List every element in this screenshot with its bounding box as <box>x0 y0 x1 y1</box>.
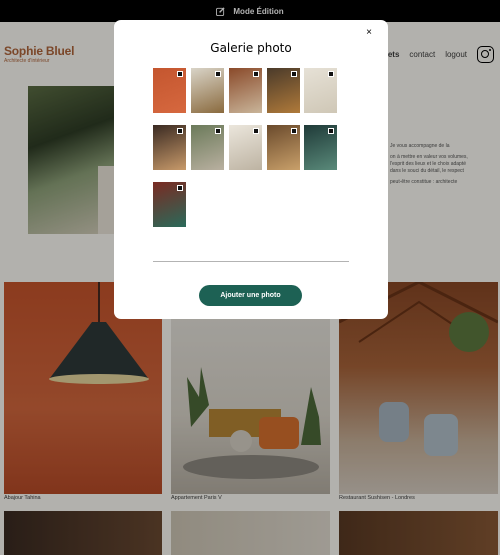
trash-icon[interactable] <box>291 71 297 77</box>
gallery-modal: × Galerie photo Ajouter une photo <box>114 20 388 319</box>
trash-icon[interactable] <box>253 71 259 77</box>
gallery-thumbnail[interactable] <box>267 68 300 113</box>
close-icon[interactable]: × <box>366 27 372 38</box>
gallery-thumbnail[interactable] <box>229 68 262 113</box>
add-photo-button[interactable]: Ajouter une photo <box>199 285 302 306</box>
gallery-thumbnail[interactable] <box>153 125 186 170</box>
trash-icon[interactable] <box>253 128 259 134</box>
trash-icon[interactable] <box>177 71 183 77</box>
modal-title: Galerie photo <box>210 41 292 55</box>
gallery-thumbnail[interactable] <box>191 68 224 113</box>
trash-icon[interactable] <box>177 128 183 134</box>
trash-icon[interactable] <box>215 128 221 134</box>
gallery-thumbnail[interactable] <box>304 125 337 170</box>
trash-icon[interactable] <box>291 128 297 134</box>
gallery-thumbnail[interactable] <box>191 125 224 170</box>
gallery-thumbnail[interactable] <box>153 68 186 113</box>
gallery-thumbnail[interactable] <box>304 68 337 113</box>
trash-icon[interactable] <box>328 71 334 77</box>
gallery-thumbnail[interactable] <box>267 125 300 170</box>
trash-icon[interactable] <box>215 71 221 77</box>
gallery-thumbnail[interactable] <box>229 125 262 170</box>
gallery-thumbnail[interactable] <box>153 182 186 227</box>
modal-divider <box>153 261 349 262</box>
trash-icon[interactable] <box>177 185 183 191</box>
trash-icon[interactable] <box>328 128 334 134</box>
